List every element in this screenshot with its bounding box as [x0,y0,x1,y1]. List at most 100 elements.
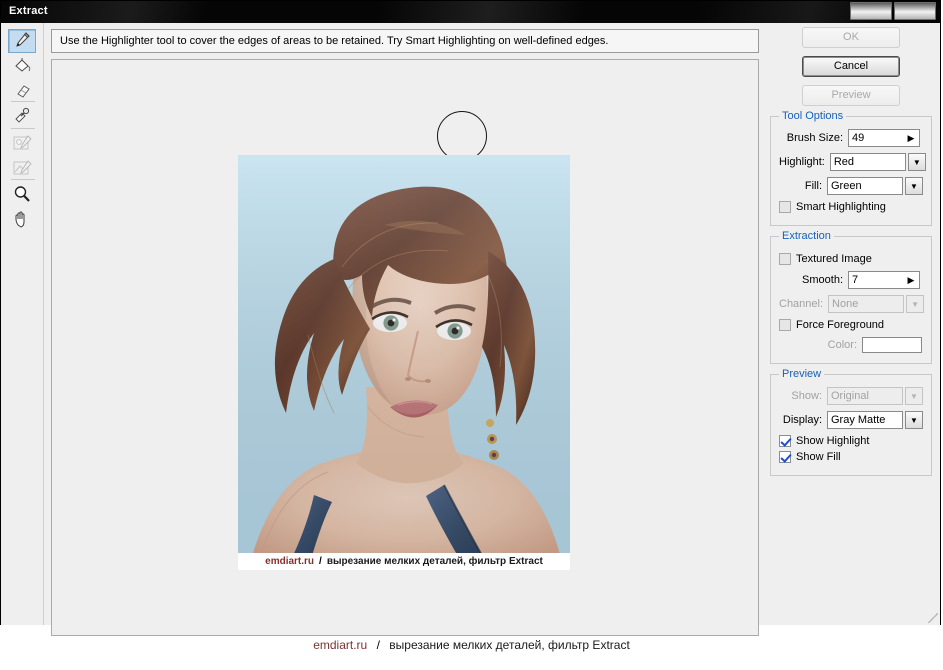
channel-row: Channel: None ▼ [779,295,925,313]
highlight-row: Highlight: Red ▼ [779,153,926,171]
smooth-label: Smooth: [802,274,843,286]
display-row: Display: Gray Matte ▼ [779,411,923,429]
eyedropper-tool[interactable] [8,105,36,129]
page-watermark: emdiart.ru / вырезание мелких деталей, ф… [0,638,943,652]
hand-tool[interactable] [8,208,36,232]
foreground-color-swatch[interactable] [862,337,922,353]
display-select[interactable]: Gray Matte ▼ [827,411,923,429]
checkbox-icon [779,319,791,331]
preview-button[interactable]: Preview [802,85,900,106]
hint-bar: Use the Highlighter tool to cover the ed… [51,29,759,53]
highlight-label: Highlight: [779,156,825,168]
fill-select[interactable]: Green ▼ [827,177,923,195]
brush-size-label: Brush Size: [786,132,843,144]
hand-icon [12,209,32,232]
ok-button[interactable]: OK [802,27,900,48]
show-fill-checkbox[interactable]: Show Fill [779,451,923,463]
chevron-down-icon[interactable]: ▼ [907,153,926,171]
smart-highlighting-checkbox[interactable]: Smart Highlighting [779,201,923,213]
watermark-domain: emdiart.ru [313,638,368,652]
color-label: Color: [827,339,857,351]
extraction-group: Extraction Textured Image Smooth: 7 ▶ Ch… [770,230,932,364]
tool-options-legend: Tool Options [779,110,847,122]
textured-image-checkbox[interactable]: Textured Image [779,253,923,265]
paint-bucket-icon [12,56,32,79]
show-highlight-checkbox[interactable]: Show Highlight [779,435,923,447]
extract-dialog-screen: Extract Use the Highlighter tool to cove… [0,0,943,670]
image-watermark: emdiart.ru / вырезание мелких деталей, ф… [238,553,570,570]
brush-size-input[interactable]: 49 ▶ [848,129,920,147]
source-image[interactable]: emdiart.ru / вырезание мелких деталей, ф… [238,155,570,570]
chevron-down-icon: ▼ [905,387,923,405]
watermark-text: вырезание мелких деталей, фильтр Extract [326,556,543,567]
toolbar-separator-2 [11,128,35,129]
show-value: Original [827,387,903,405]
checkbox-icon [779,451,791,463]
fill-tool[interactable] [8,55,36,79]
dialog-body: Use the Highlighter tool to cover the ed… [1,23,940,636]
show-fill-label: Show Fill [796,451,841,463]
show-select: Original ▼ [827,387,923,405]
eyedropper-icon [12,106,32,129]
show-label: Show: [791,390,822,402]
show-row: Show: Original ▼ [779,387,923,405]
chevron-down-icon[interactable]: ▼ [905,177,923,195]
cleanup-icon [12,133,32,156]
fill-value: Green [827,177,903,195]
preview-group: Preview Show: Original ▼ Display: Gray M… [770,368,932,476]
close-button[interactable] [894,2,936,20]
chevron-down-icon[interactable]: ▼ [905,411,923,429]
display-label: Display: [782,414,822,426]
watermark-separator: / [319,556,322,567]
window-title: Extract [9,5,48,17]
checkbox-icon [779,201,791,213]
show-highlight-label: Show Highlight [796,435,870,447]
cancel-button[interactable]: Cancel [802,56,900,77]
edge-touchup-icon [12,158,32,181]
toolbar-separator-1 [11,101,35,102]
tool-palette [1,23,44,625]
brush-circle-cursor [437,111,487,161]
brush-size-popup-arrow-icon[interactable]: ▶ [903,130,919,146]
fill-row: Fill: Green ▼ [779,177,923,195]
smooth-popup-arrow-icon[interactable]: ▶ [903,272,919,288]
channel-label: Channel: [779,298,824,310]
checkbox-icon [779,435,791,447]
resize-grip[interactable] [928,613,938,623]
portrait-photo [238,155,570,570]
options-panel: OK Cancel Preview Tool Options Brush Siz… [770,27,932,476]
edge-touchup-tool [8,157,36,181]
watermark-separator: / [376,638,380,652]
force-foreground-checkbox[interactable]: Force Foreground [779,319,923,331]
textured-image-label: Textured Image [796,253,872,265]
extraction-legend: Extraction [779,230,834,242]
highlighter-icon [12,30,32,53]
smooth-row: Smooth: 7 ▶ [779,271,923,289]
channel-value: None [828,295,905,313]
watermark-domain: emdiart.ru [265,556,315,567]
cleanup-tool [8,132,36,156]
brush-size-row: Brush Size: 49 ▶ [779,129,923,147]
checkbox-icon [779,253,791,265]
restore-button[interactable] [850,2,892,20]
fill-label: Fill: [804,180,822,192]
highlight-select[interactable]: Red ▼ [829,153,926,171]
zoom-tool[interactable] [8,183,36,207]
smooth-value: 7 [852,274,859,286]
highlighter-tool[interactable] [8,29,36,53]
brush-size-value: 49 [852,132,865,144]
title-bar: Extract [1,1,940,23]
force-foreground-label: Force Foreground [796,319,885,331]
channel-select: None ▼ [828,295,925,313]
display-value: Gray Matte [827,411,903,429]
watermark-text: вырезание мелких деталей, фильтр Extract [389,638,630,652]
preview-canvas[interactable]: emdiart.ru / вырезание мелких деталей, ф… [51,59,759,636]
window-controls [850,2,936,20]
smart-highlighting-label: Smart Highlighting [796,201,886,213]
highlight-value: Red [829,153,906,171]
extract-window: Extract Use the Highlighter tool to cove… [0,0,941,636]
tool-options-group: Tool Options Brush Size: 49 ▶ Highlight:… [770,110,932,226]
preview-legend: Preview [779,368,825,380]
hint-text: Use the Highlighter tool to cover the ed… [60,35,609,47]
smooth-input[interactable]: 7 ▶ [848,271,920,289]
